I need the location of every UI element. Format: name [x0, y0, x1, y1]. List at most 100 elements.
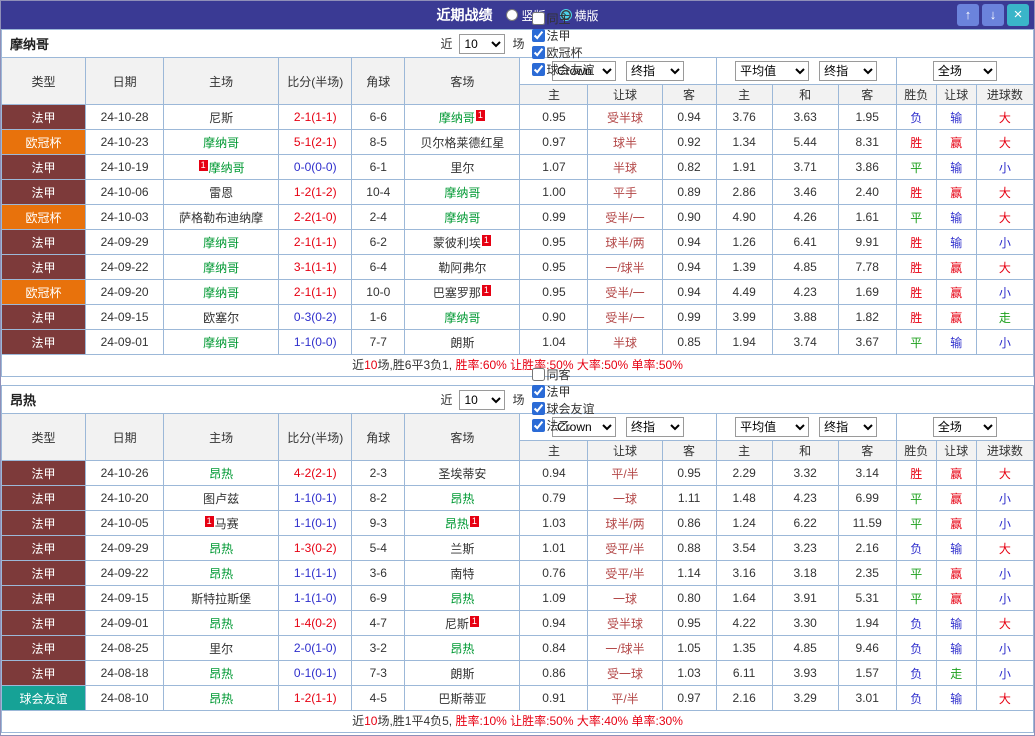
recent-results-widget: 近期战绩 竖版 横版 ↑ ↓ × 摩纳哥 近 10 场 同主 法甲 欧冠杯 球会友谊 — [0, 0, 1035, 736]
filter-checkbox-球会友谊[interactable]: 球会友谊 — [531, 61, 595, 78]
ah-home-odds-cell: 0.76 — [519, 560, 589, 586]
close-button[interactable]: × — [1007, 4, 1029, 26]
col-header-eu-draw: 和 — [771, 84, 839, 105]
team-section-monaco: 摩纳哥 近 10 场 同主 法甲 欧冠杯 球会友谊 类型 日期 主场 比分(半场) — [1, 11, 1034, 377]
ah-handicap-cell: 一球 — [587, 585, 663, 611]
league-type-cell: 法甲 — [1, 179, 87, 205]
eu-final-index-select[interactable]: 终指 — [819, 61, 878, 81]
red-card-badge: 1 — [469, 615, 479, 627]
handicap-result-cell: 赢 — [935, 560, 977, 586]
recent-count-select[interactable]: 10 — [459, 389, 506, 410]
checkbox-input[interactable] — [531, 28, 545, 42]
table-row: 法甲 24-08-18 昂热 0-1(0-1) 7-3 朗斯 0.86 受一球 … — [1, 660, 1034, 686]
corner-cell: 2-3 — [351, 460, 406, 486]
match-scope-select[interactable]: 全场 — [932, 417, 997, 437]
eu-final-index-select[interactable]: 终指 — [819, 417, 878, 437]
team-name-heading: 昂热 — [10, 393, 37, 408]
score-cell: 1-1(1-1) — [278, 560, 353, 586]
eu-away-odds-cell: 11.59 — [837, 510, 897, 536]
league-type-cell: 法甲 — [1, 535, 87, 561]
handicap-result-cell: 赢 — [935, 585, 977, 611]
col-header-ah-home: 主 — [519, 84, 589, 105]
summary-count: 10 — [364, 714, 378, 728]
match-scope-select[interactable]: 全场 — [932, 61, 997, 81]
goals-result-cell: 大 — [975, 535, 1034, 561]
away-team-cell: 巴塞罗那 1 — [404, 279, 521, 305]
corner-cell: 6-2 — [351, 229, 406, 255]
checkbox-input[interactable] — [531, 401, 545, 415]
result-group-header: 全场 — [895, 57, 1034, 85]
ah-handicap-cell: 受半/一 — [587, 279, 663, 305]
goals-result-cell: 大 — [975, 610, 1034, 636]
col-header-score: 比分(半场) — [278, 413, 353, 461]
ah-home-odds-cell: 0.94 — [519, 610, 589, 636]
eu-away-odds-cell: 1.69 — [837, 279, 897, 305]
ah-away-odds-cell: 0.99 — [661, 304, 717, 330]
ah-home-odds-cell: 1.00 — [519, 179, 589, 205]
filter-controls: 近 10 场 同客 法甲 球会友谊 法乙 — [440, 366, 595, 434]
checkbox-input[interactable] — [531, 384, 545, 398]
filter-checkbox-法乙[interactable]: 法乙 — [531, 417, 595, 434]
eu-home-odds-cell: 3.99 — [715, 304, 773, 330]
date-cell: 24-10-06 — [85, 179, 165, 205]
checkbox-input[interactable] — [531, 418, 545, 432]
filter-checkbox-法甲[interactable]: 法甲 — [531, 383, 595, 400]
away-team-cell: 贝尔格莱德红星 — [404, 129, 521, 155]
filter-checkbox-同客[interactable]: 同客 — [531, 366, 595, 383]
filter-checkbox-同主[interactable]: 同主 — [531, 10, 595, 27]
summary-record: 场,胜1平4负5, — [377, 714, 456, 728]
eu-home-odds-cell: 3.54 — [715, 535, 773, 561]
league-type-cell: 法甲 — [1, 104, 87, 130]
col-header-handicap-result: 让球 — [935, 84, 977, 105]
eu-away-odds-cell: 8.31 — [837, 129, 897, 155]
average-odds-select[interactable]: 平均值 — [735, 61, 810, 81]
date-cell: 24-09-01 — [85, 610, 165, 636]
checkbox-input[interactable] — [531, 45, 545, 59]
team-name: 蒙彼利埃 — [432, 235, 481, 250]
ah-away-odds-cell: 0.95 — [661, 460, 717, 486]
filter-checkbox-法甲[interactable]: 法甲 — [531, 27, 595, 44]
average-odds-select[interactable]: 平均值 — [735, 417, 810, 437]
move-up-button[interactable]: ↑ — [957, 4, 979, 26]
ah-home-odds-cell: 1.03 — [519, 510, 589, 536]
away-team-cell: 巴斯蒂亚 — [404, 685, 521, 711]
league-type-cell: 法甲 — [1, 610, 87, 636]
ah-home-odds-cell: 1.09 — [519, 585, 589, 611]
ah-final-index-select[interactable]: 终指 — [626, 61, 684, 81]
goals-result-cell: 大 — [975, 129, 1034, 155]
team-name: 勒阿弗尔 — [438, 260, 487, 275]
games-label: 场 — [512, 393, 525, 407]
filter-checkbox-欧冠杯[interactable]: 欧冠杯 — [531, 44, 595, 61]
ah-away-odds-cell: 0.90 — [661, 204, 717, 230]
eu-home-odds-cell: 1.64 — [715, 585, 773, 611]
eu-draw-odds-cell: 3.71 — [771, 154, 839, 180]
move-down-button[interactable]: ↓ — [982, 4, 1004, 26]
result-cell: 负 — [895, 535, 937, 561]
filter-checkbox-球会友谊[interactable]: 球会友谊 — [531, 400, 595, 417]
handicap-result-cell: 输 — [935, 329, 977, 355]
handicap-result-cell: 赢 — [935, 304, 977, 330]
team-name: 昂热 — [209, 466, 234, 481]
recent-count-select[interactable]: 10 — [459, 33, 506, 54]
score-cell: 0-3(0-2) — [278, 304, 353, 330]
team-name: 斯特拉斯堡 — [191, 591, 252, 606]
checkbox-input[interactable] — [531, 367, 545, 381]
result-cell: 胜 — [895, 129, 937, 155]
col-header-ah-handicap: 让球 — [587, 84, 663, 105]
result-cell: 平 — [895, 485, 937, 511]
ah-final-index-select[interactable]: 终指 — [626, 417, 684, 437]
away-team-cell: 朗斯 — [404, 660, 521, 686]
result-cell: 胜 — [895, 254, 937, 280]
handicap-result-cell: 赢 — [935, 129, 977, 155]
league-type-cell: 法甲 — [1, 304, 87, 330]
league-type-cell: 欧冠杯 — [1, 279, 87, 305]
goals-result-cell: 小 — [975, 560, 1034, 586]
ah-handicap-cell: 平/半 — [587, 685, 663, 711]
table-row: 法甲 24-09-01 昂热 1-4(0-2) 4-7 尼斯 1 0.94 受半球… — [1, 610, 1034, 636]
eu-home-odds-cell: 2.16 — [715, 685, 773, 711]
ah-handicap-cell: 球半 — [587, 129, 663, 155]
checkbox-label: 同主 — [546, 11, 571, 26]
checkbox-input[interactable] — [531, 62, 545, 76]
checkbox-input[interactable] — [531, 11, 545, 25]
handicap-result-cell: 赢 — [935, 254, 977, 280]
